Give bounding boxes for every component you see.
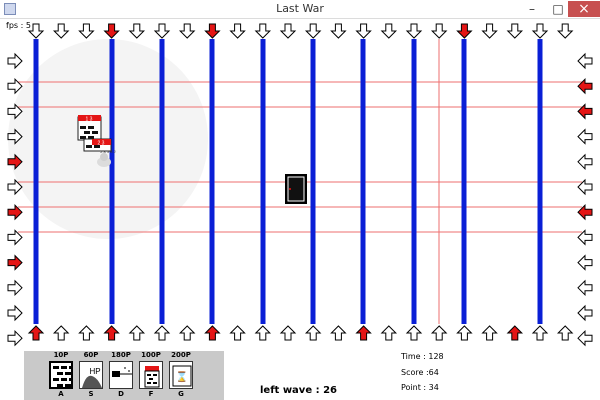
point-readout: Point : 34: [401, 383, 439, 392]
brick-wall-icon[interactable]: [49, 361, 73, 389]
game-window: Last War – □ × 1 3 2 3 2 8 3 8 2 fps: 5…: [0, 0, 600, 400]
tool-tower[interactable]: 100P F: [136, 351, 166, 400]
tool-cost: 200P: [171, 351, 191, 359]
tool-cost: 10P: [53, 351, 69, 359]
tool-key: G: [178, 390, 184, 398]
hud-layer: fps : 5 left wave : 26 Time : 128 Score …: [0, 0, 600, 396]
hourglass-icon[interactable]: ⌛: [169, 361, 193, 389]
tool-cost: 180P: [111, 351, 131, 359]
hp-icon-text: HP: [89, 367, 100, 376]
tool-wall[interactable]: 10P A: [46, 351, 76, 400]
build-toolbar: 10P A 60P HP S 180P D 100P F 200P ⌛ G: [24, 351, 224, 400]
tool-slow[interactable]: 200P ⌛ G: [166, 351, 196, 400]
left-wave-counter: left wave : 26: [260, 385, 337, 396]
tool-key: S: [88, 390, 94, 398]
score-readout: Score :64: [401, 368, 439, 377]
tower-icon[interactable]: [139, 361, 163, 389]
tool-key: D: [118, 390, 124, 398]
laser-icon[interactable]: [109, 361, 133, 389]
tool-cost: 60P: [83, 351, 99, 359]
hourglass-icon-text: ⌛: [176, 370, 188, 383]
tool-key: F: [148, 390, 154, 398]
fps-counter: fps : 5: [6, 21, 31, 30]
tool-key: A: [58, 390, 64, 398]
time-readout: Time : 128: [401, 352, 444, 361]
tool-laser[interactable]: 180P D: [106, 351, 136, 400]
hp-heal-icon[interactable]: HP: [79, 361, 103, 389]
tool-cost: 100P: [141, 351, 161, 359]
tool-heal[interactable]: 60P HP S: [76, 351, 106, 400]
